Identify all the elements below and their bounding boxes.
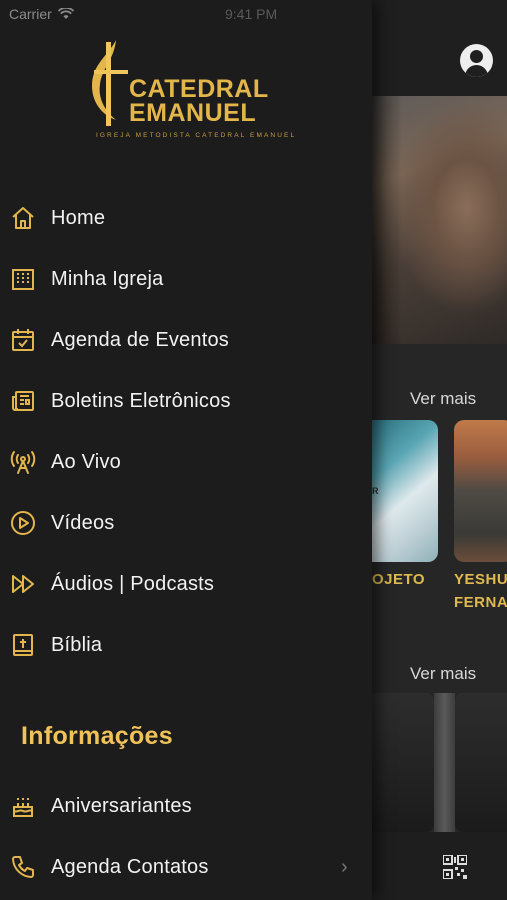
- clock: 9:41 PM: [225, 6, 278, 22]
- menu-label: Home: [51, 206, 106, 229]
- menu-label: Áudios | Podcasts: [51, 572, 215, 595]
- cross-flame-icon: [92, 40, 128, 126]
- broadcast-icon: [10, 449, 36, 475]
- side-drawer: Carrier 9:41 PM CATEDRAL EMANUEL IGREJA …: [0, 0, 372, 900]
- menu-item-biblia[interactable]: Bíblia: [0, 616, 372, 674]
- section-title-informacoes: Informações: [21, 722, 173, 750]
- logo-tagline: IGREJA METODISTA CATEDRAL EMANUEL: [96, 132, 297, 139]
- menu-item-agenda-contatos[interactable]: Agenda Contatos ›: [0, 838, 372, 896]
- media-card[interactable]: [372, 693, 434, 832]
- phone-icon: [10, 854, 36, 880]
- menu-item-minha-igreja[interactable]: Minha Igreja: [0, 250, 372, 308]
- card-tag: R: [372, 486, 379, 496]
- newspaper-icon: [10, 388, 36, 414]
- chevron-right-icon: ›: [341, 855, 348, 878]
- menu-label: Agenda de Eventos: [51, 328, 229, 351]
- menu-label: Vídeos: [51, 511, 115, 534]
- menu-item-ao-vivo[interactable]: Ao Vivo: [0, 433, 372, 491]
- card-title-line2: FERNA: [454, 594, 507, 611]
- play-circle-icon: [10, 510, 36, 536]
- card-title: OJETO: [372, 571, 426, 588]
- calendar-check-icon: [10, 327, 36, 353]
- card-title-line1: YESHU: [454, 571, 507, 588]
- menu-item-videos[interactable]: Vídeos: [0, 494, 372, 552]
- qr-code-icon[interactable]: [443, 855, 467, 879]
- birthday-cake-icon: [10, 793, 36, 819]
- media-card[interactable]: [455, 693, 507, 832]
- menu-label: Bíblia: [51, 633, 103, 656]
- church-logo[interactable]: CATEDRAL EMANUEL IGREJA METODISTA CATEDR…: [86, 38, 294, 143]
- user-circle-icon[interactable]: [460, 44, 493, 77]
- carrier-label: Carrier: [9, 6, 52, 22]
- bible-icon: [10, 632, 36, 658]
- menu-label: Ao Vivo: [51, 450, 121, 473]
- menu-item-aniversariantes[interactable]: Aniversariantes: [0, 777, 372, 835]
- ver-mais-link[interactable]: Ver mais: [410, 664, 476, 684]
- media-card[interactable]: R: [372, 420, 438, 562]
- menu-label: Agenda Contatos: [51, 855, 209, 878]
- card-divider: [434, 693, 455, 832]
- wifi-icon: [57, 8, 74, 19]
- menu-item-home[interactable]: Home: [0, 189, 372, 247]
- menu-item-audios-podcasts[interactable]: Áudios | Podcasts: [0, 555, 372, 613]
- menu-item-agenda-eventos[interactable]: Agenda de Eventos: [0, 311, 372, 369]
- media-card[interactable]: [454, 420, 507, 562]
- fast-forward-icon: [10, 571, 36, 597]
- status-bar: Carrier 9:41 PM: [9, 6, 277, 22]
- home-icon: [10, 205, 36, 231]
- menu-label: Minha Igreja: [51, 267, 164, 290]
- logo-title-line2: EMANUEL: [129, 99, 257, 127]
- menu-label: Aniversariantes: [51, 794, 192, 817]
- building-icon: [10, 266, 36, 292]
- menu-label: Boletins Eletrônicos: [51, 389, 231, 412]
- hero-shadow: [372, 96, 402, 344]
- tab-bar: [372, 832, 507, 900]
- ver-mais-link[interactable]: Ver mais: [410, 389, 476, 409]
- menu-item-boletins[interactable]: Boletins Eletrônicos: [0, 372, 372, 430]
